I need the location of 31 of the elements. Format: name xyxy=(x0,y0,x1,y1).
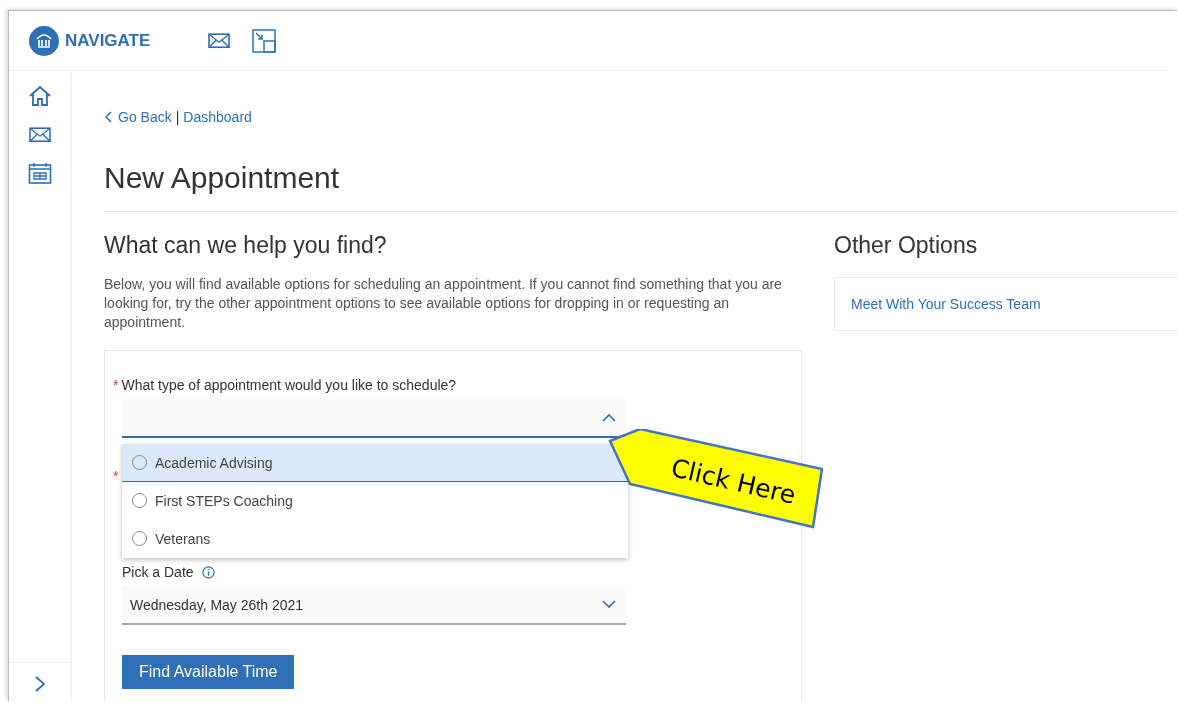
info-icon[interactable] xyxy=(201,565,215,579)
field-label: What type of appointment would you like to schedule? xyxy=(121,377,457,393)
section-heading: Other Options xyxy=(834,232,979,259)
field-label: Pick a Date xyxy=(122,564,194,580)
page-title: New Appointment xyxy=(104,161,1177,212)
date-select[interactable]: Wednesday, May 26th 2021 xyxy=(122,586,626,625)
go-back-link[interactable]: Go Back xyxy=(104,109,172,125)
dashboard-link[interactable]: Dashboard xyxy=(183,109,252,125)
callout-text: Click Here xyxy=(668,453,799,510)
calendar-icon[interactable] xyxy=(28,162,52,185)
required-mark: * xyxy=(113,468,119,484)
section-heading: What can we help you find? xyxy=(104,232,388,259)
chevron-right-icon[interactable] xyxy=(34,675,46,693)
chevron-up-icon xyxy=(602,413,616,422)
chevron-left-icon xyxy=(104,111,112,123)
resize-icon[interactable] xyxy=(252,28,277,53)
find-available-time-button[interactable]: Find Available Time xyxy=(122,655,295,689)
home-icon[interactable] xyxy=(28,85,52,107)
dropdown-option[interactable]: Veterans xyxy=(122,520,628,558)
chevron-down-icon xyxy=(602,600,616,609)
logo-icon xyxy=(29,25,59,56)
option-link[interactable]: Meet With Your Success Team xyxy=(851,296,1041,312)
appointment-type-select[interactable] xyxy=(122,399,626,438)
description-text: Below, you will find available options for scheduling an appointment. If you cannot find something that you are looking for, try the other appointment options to see available options for dropping in or requesting an appointment. xyxy=(104,275,783,332)
dropdown-option[interactable]: First STEPs Coaching xyxy=(122,482,628,520)
breadcrumb-separator: | xyxy=(175,109,180,125)
brand-name: NAVIGATE xyxy=(65,30,151,51)
mail-icon[interactable] xyxy=(29,127,51,143)
mail-icon[interactable] xyxy=(208,32,231,49)
dropdown-option[interactable]: Academic Advising xyxy=(122,444,628,482)
required-mark: * xyxy=(113,377,119,393)
